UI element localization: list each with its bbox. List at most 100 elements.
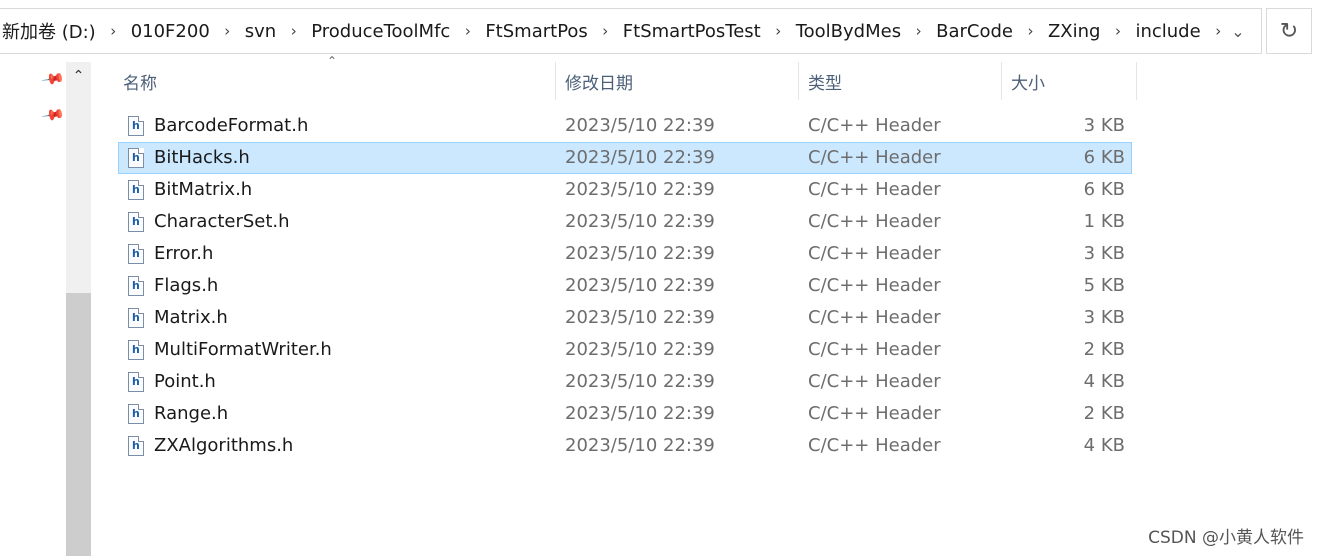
header-file-icon: h xyxy=(128,436,144,456)
chevron-right-icon[interactable]: › xyxy=(452,22,483,40)
column-header-size[interactable]: 大小 xyxy=(1002,62,1137,100)
file-name: CharacterSet.h xyxy=(154,211,290,232)
file-size: 3 KB xyxy=(1083,115,1125,136)
refresh-icon: ↻ xyxy=(1279,18,1299,44)
breadcrumb-item[interactable]: BarCode xyxy=(934,21,1015,42)
file-type: C/C++ Header xyxy=(808,403,941,424)
chevron-down-icon[interactable]: ⌄ xyxy=(1221,9,1255,53)
header-file-icon: h xyxy=(128,148,144,168)
breadcrumb-item[interactable]: svn xyxy=(243,21,278,42)
chevron-right-icon[interactable]: › xyxy=(212,22,243,40)
breadcrumb-item[interactable]: ToolBydMes xyxy=(794,21,903,42)
scroll-up-icon[interactable]: ⌃ xyxy=(66,64,91,88)
file-row[interactable]: h BitHacks.h 2023/5/10 22:39 C/C++ Header 6 … xyxy=(118,142,1132,174)
file-name: Error.h xyxy=(154,243,214,264)
scroll-thumb[interactable] xyxy=(66,293,91,556)
file-type: C/C++ Header xyxy=(808,435,941,456)
chevron-right-icon[interactable]: › xyxy=(1102,22,1133,40)
breadcrumb-item[interactable]: include xyxy=(1133,21,1202,42)
file-size: 5 KB xyxy=(1083,275,1125,296)
file-size: 4 KB xyxy=(1083,371,1125,392)
file-row[interactable]: h Range.h 2023/5/10 22:39 C/C++ Header 2 KB xyxy=(118,398,1132,430)
breadcrumb-item[interactable]: FtSmartPos xyxy=(483,21,589,42)
file-size: 4 KB xyxy=(1083,435,1125,456)
file-size: 1 KB xyxy=(1083,211,1125,232)
header-file-icon: h xyxy=(128,244,144,264)
file-row[interactable]: h Point.h 2023/5/10 22:39 C/C++ Header 4 KB xyxy=(118,366,1132,398)
file-row[interactable]: h BitMatrix.h 2023/5/10 22:39 C/C++ Header 6… xyxy=(118,174,1132,206)
header-file-icon: h xyxy=(128,372,144,392)
file-row[interactable]: h Error.h 2023/5/10 22:39 C/C++ Header 3 KB xyxy=(118,238,1132,270)
file-date: 2023/5/10 22:39 xyxy=(565,307,715,328)
file-type: C/C++ Header xyxy=(808,371,941,392)
file-type: C/C++ Header xyxy=(808,307,941,328)
chevron-right-icon[interactable]: › xyxy=(1015,22,1046,40)
file-type: C/C++ Header xyxy=(808,275,941,296)
nav-scrollbar[interactable]: ⌃ xyxy=(66,62,91,556)
header-file-icon: h xyxy=(128,308,144,328)
address-field[interactable]: 新加卷 (D:) › 010F200 › svn › ProduceToolMfc › FtSm… xyxy=(0,8,1262,54)
file-date: 2023/5/10 22:39 xyxy=(565,179,715,200)
header-file-icon: h xyxy=(128,276,144,296)
file-type: C/C++ Header xyxy=(808,339,941,360)
breadcrumb-item[interactable]: FtSmartPosTest xyxy=(621,21,763,42)
address-bar: 新加卷 (D:) › 010F200 › svn › ProduceToolMfc › FtSm… xyxy=(0,0,1318,62)
header-file-icon: h xyxy=(128,340,144,360)
header-file-icon: h xyxy=(128,180,144,200)
file-date: 2023/5/10 22:39 xyxy=(565,211,715,232)
file-date: 2023/5/10 22:39 xyxy=(565,275,715,296)
file-size: 3 KB xyxy=(1083,307,1125,328)
file-list: ⌃ 名称 修改日期 类型 大小 h BarcodeFormat.h 2023/5/1… xyxy=(92,54,1318,556)
file-row[interactable]: h MultiFormatWriter.h 2023/5/10 22:39 C/C++… xyxy=(118,334,1132,366)
file-size: 6 KB xyxy=(1083,147,1125,168)
file-row[interactable]: h CharacterSet.h 2023/5/10 22:39 C/C++ Head… xyxy=(118,206,1132,238)
file-size: 6 KB xyxy=(1083,179,1125,200)
pin-icon[interactable]: 📌 xyxy=(41,66,67,91)
file-name: BarcodeFormat.h xyxy=(154,115,309,136)
column-header-date[interactable]: 修改日期 xyxy=(556,62,799,100)
file-date: 2023/5/10 22:39 xyxy=(565,147,715,168)
column-header-name[interactable]: 名称 xyxy=(114,62,556,100)
column-header-type[interactable]: 类型 xyxy=(799,62,1002,100)
file-name: Range.h xyxy=(154,403,229,424)
file-type: C/C++ Header xyxy=(808,211,941,232)
pin-icon[interactable]: 📌 xyxy=(41,102,67,127)
file-date: 2023/5/10 22:39 xyxy=(565,403,715,424)
file-name: MultiFormatWriter.h xyxy=(154,339,332,360)
file-date: 2023/5/10 22:39 xyxy=(565,115,715,136)
breadcrumb-item[interactable]: ProduceToolMfc xyxy=(309,21,452,42)
file-rows: h BarcodeFormat.h 2023/5/10 22:39 C/C++ Hea… xyxy=(118,110,1132,462)
refresh-button[interactable]: ↻ xyxy=(1266,8,1312,54)
chevron-right-icon[interactable]: › xyxy=(278,22,309,40)
header-file-icon: h xyxy=(128,404,144,424)
header-file-icon: h xyxy=(128,212,144,232)
file-date: 2023/5/10 22:39 xyxy=(565,339,715,360)
file-date: 2023/5/10 22:39 xyxy=(565,435,715,456)
navigation-pane: 📌 📌 xyxy=(0,62,67,556)
file-size: 2 KB xyxy=(1083,339,1125,360)
watermark: CSDN @小黄人软件 xyxy=(1148,528,1304,548)
file-size: 2 KB xyxy=(1083,403,1125,424)
breadcrumb-item[interactable]: ZXing xyxy=(1046,21,1103,42)
file-type: C/C++ Header xyxy=(808,147,941,168)
chevron-right-icon[interactable]: › xyxy=(763,22,794,40)
file-name: BitHacks.h xyxy=(154,147,250,168)
chevron-right-icon[interactable]: › xyxy=(590,22,621,40)
file-type: C/C++ Header xyxy=(808,179,941,200)
file-row[interactable]: h Flags.h 2023/5/10 22:39 C/C++ Header 5 KB xyxy=(118,270,1132,302)
file-size: 3 KB xyxy=(1083,243,1125,264)
file-name: Point.h xyxy=(154,371,216,392)
breadcrumb-item[interactable]: 010F200 xyxy=(129,21,212,42)
file-name: Matrix.h xyxy=(154,307,228,328)
file-name: ZXAlgorithms.h xyxy=(154,435,294,456)
file-date: 2023/5/10 22:39 xyxy=(565,243,715,264)
file-name: BitMatrix.h xyxy=(154,179,253,200)
chevron-right-icon[interactable]: › xyxy=(903,22,934,40)
chevron-right-icon[interactable]: › xyxy=(98,22,129,40)
file-date: 2023/5/10 22:39 xyxy=(565,371,715,392)
file-row[interactable]: h ZXAlgorithms.h 2023/5/10 22:39 C/C++ Head… xyxy=(118,430,1132,462)
file-row[interactable]: h Matrix.h 2023/5/10 22:39 C/C++ Header 3 KB xyxy=(118,302,1132,334)
file-row[interactable]: h BarcodeFormat.h 2023/5/10 22:39 C/C++ Hea… xyxy=(118,110,1132,142)
breadcrumb-item[interactable]: 新加卷 (D:) xyxy=(0,18,98,44)
file-type: C/C++ Header xyxy=(808,243,941,264)
